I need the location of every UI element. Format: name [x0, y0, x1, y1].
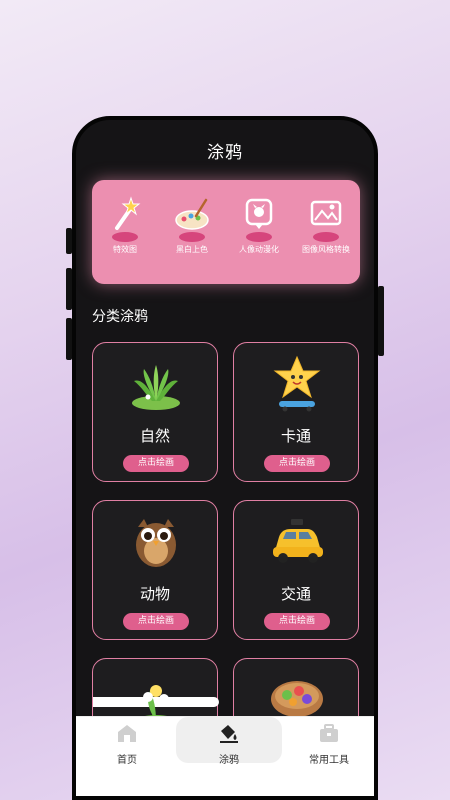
feature-item-colorize[interactable]: 黑白上色: [159, 194, 225, 254]
page-title: 涂鸦: [207, 143, 243, 163]
draw-button[interactable]: 点击绘画: [264, 455, 330, 472]
owl-icon: [136, 519, 176, 567]
tab-label: 常用工具: [309, 755, 349, 766]
toolbox-icon: [320, 724, 338, 742]
category-card-nature[interactable]: 自然 点击绘画: [92, 342, 218, 482]
star-cartoon-icon: [273, 355, 321, 412]
tab-home[interactable]: 首页: [82, 723, 172, 766]
category-name: 自然: [139, 427, 170, 445]
paint-bucket-icon: [220, 725, 238, 743]
tab-doodle[interactable]: 涂鸦: [176, 717, 282, 766]
feature-label: 人像动漫化: [239, 245, 279, 254]
feature-item-style-transfer[interactable]: 图像风格转换: [293, 194, 359, 254]
feature-label: 黑白上色: [176, 245, 208, 254]
feature-label: 图像风格转换: [302, 245, 350, 254]
bottom-tab-bar: 首页 涂鸦 常用工具: [76, 716, 374, 796]
feature-item-effects[interactable]: 特效图: [92, 194, 158, 254]
app-screen: 涂鸦 特效图 黑白上色 人像动漫化 图像风格转换 分类涂鸦 自然 点击绘画 卡通…: [76, 120, 374, 796]
home-icon: [118, 725, 136, 742]
category-card-cartoon[interactable]: 卡通 点击绘画: [233, 342, 359, 482]
category-card-animals[interactable]: 动物 点击绘画: [92, 500, 218, 640]
phone-frame: 涂鸦 特效图 黑白上色 人像动漫化 图像风格转换 分类涂鸦 自然 点击绘画 卡通…: [72, 116, 378, 800]
magic-wand-icon: [115, 196, 141, 230]
taxi-icon: [273, 519, 323, 563]
tab-label: 涂鸦: [219, 755, 239, 766]
phone-power-button: [378, 286, 384, 356]
category-name: 卡通: [280, 427, 311, 445]
plant-icon: [132, 365, 180, 410]
section-title: 分类涂鸦: [92, 309, 148, 325]
draw-button[interactable]: 点击绘画: [123, 613, 189, 630]
category-name: 动物: [139, 585, 170, 603]
feature-banner: 特效图 黑白上色 人像动漫化 图像风格转换: [92, 180, 360, 284]
category-name: 交通: [280, 585, 311, 603]
feature-item-anime-portrait[interactable]: 人像动漫化: [226, 194, 292, 254]
portrait-anime-icon: [245, 198, 273, 229]
draw-button[interactable]: 点击绘画: [264, 613, 330, 630]
tab-label: 首页: [117, 755, 137, 766]
category-card-traffic[interactable]: 交通 点击绘画: [233, 500, 359, 640]
tab-tools[interactable]: 常用工具: [284, 723, 374, 766]
feature-label: 特效图: [113, 245, 137, 254]
palette-icon: [175, 198, 209, 230]
draw-button[interactable]: 点击绘画: [123, 455, 189, 472]
image-style-icon: [310, 200, 342, 226]
